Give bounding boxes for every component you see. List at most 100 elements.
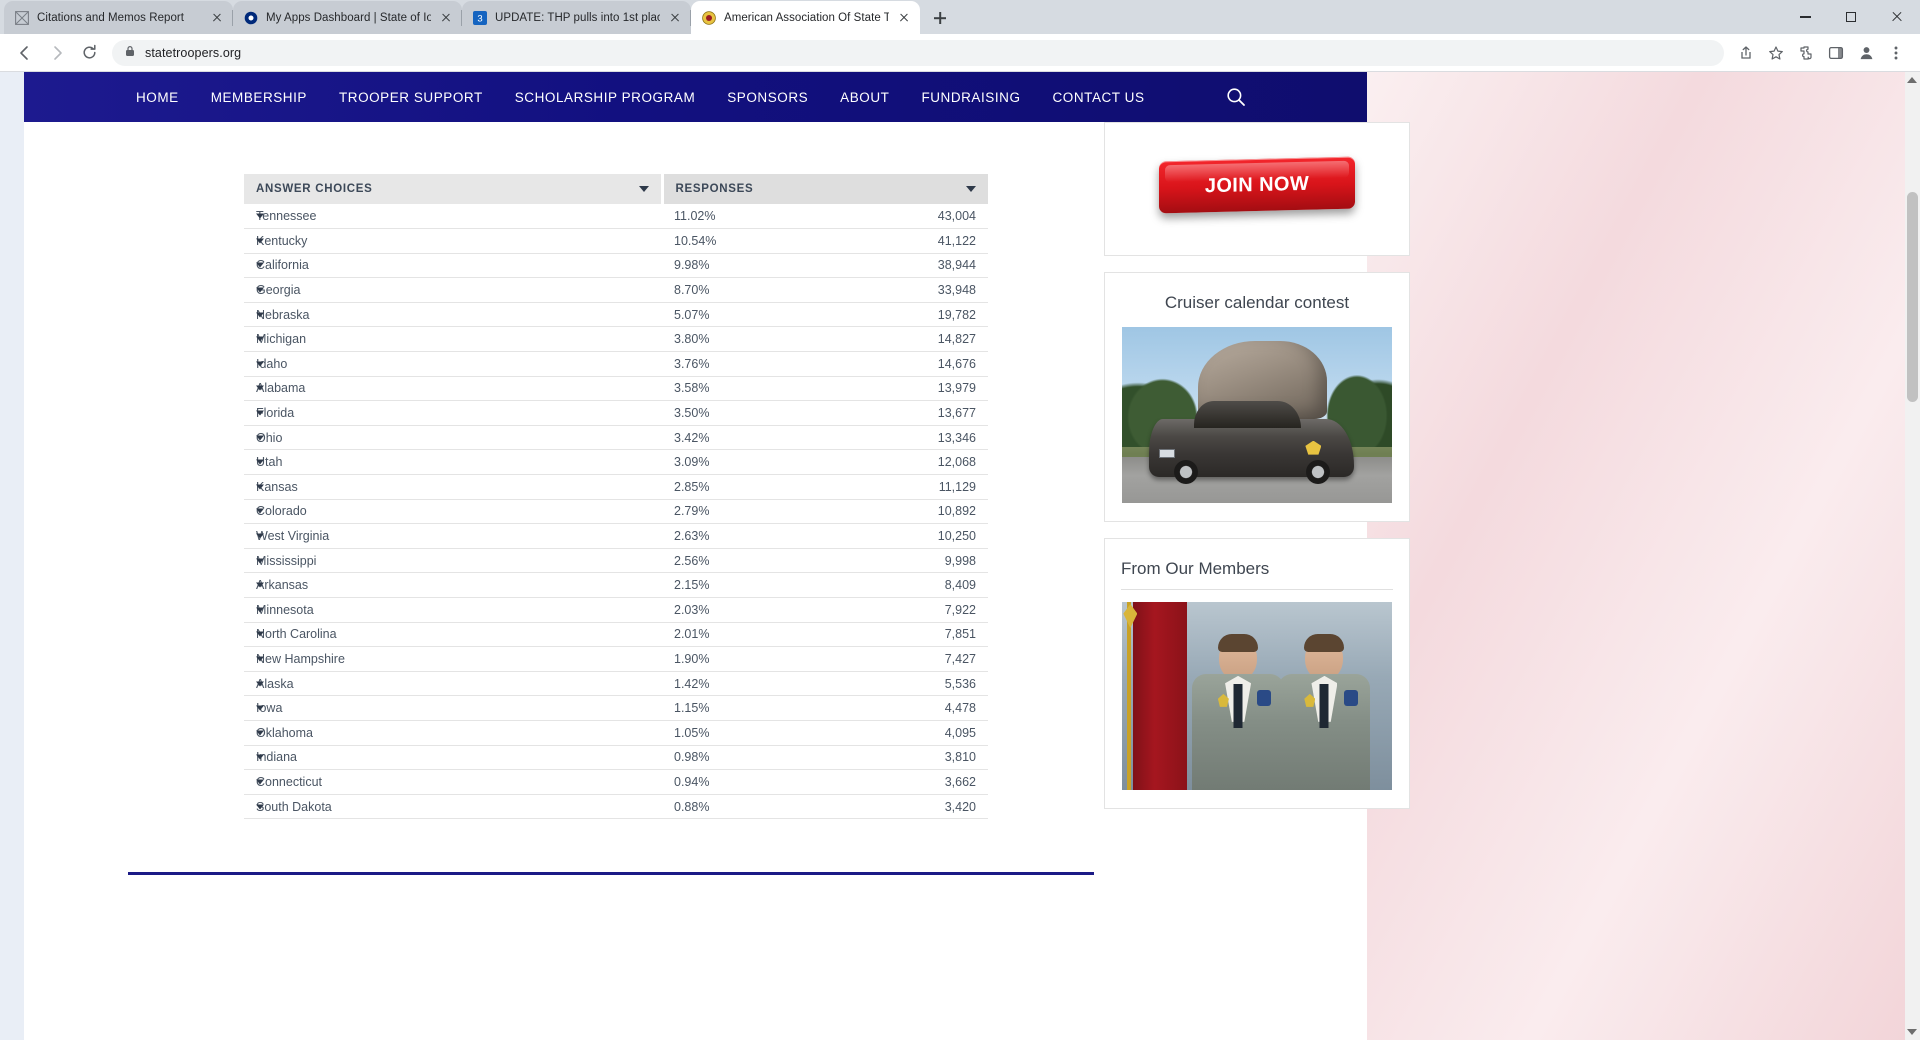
chevron-down-icon[interactable] <box>256 238 264 244</box>
reload-icon[interactable] <box>74 38 104 68</box>
table-row[interactable]: Colorado 2.79% 10,892 <box>244 499 988 525</box>
table-row[interactable]: Michigan 3.80% 14,827 <box>244 326 988 353</box>
table-row[interactable]: New Hampshire 1.90% 7,427 <box>244 646 988 672</box>
chevron-down-icon[interactable] <box>256 262 264 268</box>
close-icon[interactable] <box>209 10 225 26</box>
search-icon[interactable] <box>1225 86 1247 108</box>
table-row[interactable]: California 9.98% 38,944 <box>244 253 988 279</box>
table-row[interactable]: Minnesota 2.03% 7,922 <box>244 597 988 623</box>
table-row[interactable]: Idaho 3.76% 14,676 <box>244 351 988 377</box>
browser-tab-2[interactable]: My Apps Dashboard | State of Io <box>233 1 462 34</box>
nav-item-contact-us[interactable]: CONTACT US <box>1037 90 1161 105</box>
trooper-left <box>1192 633 1285 790</box>
nav-item-membership[interactable]: MEMBERSHIP <box>195 90 323 105</box>
page-scrollbar[interactable] <box>1905 72 1920 1040</box>
table-row[interactable]: Tennessee 11.02% 43,004 <box>244 204 988 230</box>
table-row[interactable]: Florida 3.50% 13,677 <box>244 400 988 426</box>
chevron-down-icon[interactable] <box>256 361 264 367</box>
table-row[interactable]: Kentucky 10.54% 41,122 <box>244 228 988 254</box>
forward-button[interactable] <box>42 38 72 68</box>
chevron-down-icon[interactable] <box>256 312 264 318</box>
chevron-down-icon[interactable] <box>256 754 264 760</box>
back-button[interactable] <box>10 38 40 68</box>
table-row[interactable]: Kansas 2.85% 11,129 <box>244 474 988 500</box>
join-now-button[interactable]: JOIN NOW <box>1159 156 1355 214</box>
kebab-menu-icon[interactable] <box>1882 39 1910 67</box>
table-row[interactable]: North Carolina 2.01% 7,851 <box>244 622 988 648</box>
browser-tab-3[interactable]: 3 UPDATE: THP pulls into 1st place <box>462 1 691 34</box>
cruiser-calendar-card: Cruiser calendar contest <box>1104 272 1410 522</box>
table-row[interactable]: Arkansas 2.15% 8,409 <box>244 572 988 598</box>
chevron-down-icon[interactable] <box>256 558 264 564</box>
answer-choice-cell: Colorado <box>244 499 662 525</box>
scrollbar-thumb[interactable] <box>1907 192 1918 402</box>
maximize-button[interactable] <box>1828 0 1874 34</box>
table-row[interactable]: West Virginia 2.63% 10,250 <box>244 523 988 549</box>
chevron-down-icon[interactable] <box>256 631 264 637</box>
close-icon[interactable] <box>438 10 454 26</box>
chevron-down-icon[interactable] <box>256 336 264 342</box>
chevron-down-icon[interactable] <box>256 459 264 465</box>
profile-icon[interactable] <box>1852 39 1880 67</box>
table-row[interactable]: Indiana 0.98% 3,810 <box>244 745 988 771</box>
table-row[interactable]: Oklahoma 1.05% 4,095 <box>244 720 988 746</box>
sidepanel-icon[interactable] <box>1822 39 1850 67</box>
members-photo[interactable] <box>1122 602 1392 790</box>
svg-text:3: 3 <box>477 13 482 24</box>
answer-choice-cell: Oklahoma <box>244 720 662 746</box>
chevron-down-icon[interactable] <box>256 705 264 711</box>
nav-item-about[interactable]: ABOUT <box>824 90 905 105</box>
chevron-down-icon[interactable] <box>256 533 264 539</box>
table-row[interactable]: South Dakota 0.88% 3,420 <box>244 794 988 820</box>
browser-tab-1[interactable]: Citations and Memos Report <box>4 1 233 34</box>
share-icon[interactable] <box>1732 39 1760 67</box>
scroll-down-icon[interactable] <box>1907 1029 1917 1035</box>
table-row[interactable]: Iowa 1.15% 4,478 <box>244 695 988 721</box>
table-row[interactable]: Ohio 3.42% 13,346 <box>244 425 988 451</box>
chevron-down-icon[interactable] <box>256 435 264 441</box>
star-icon[interactable] <box>1762 39 1790 67</box>
nav-item-trooper-support[interactable]: TROOPER SUPPORT <box>323 90 499 105</box>
chevron-down-icon[interactable] <box>256 410 264 416</box>
close-icon[interactable] <box>896 10 912 26</box>
scroll-up-icon[interactable] <box>1907 77 1917 83</box>
nav-item-scholarship-program[interactable]: SCHOLARSHIP PROGRAM <box>499 90 712 105</box>
chevron-down-icon[interactable] <box>256 730 264 736</box>
chevron-down-icon[interactable] <box>256 582 264 588</box>
chevron-down-icon[interactable] <box>256 484 264 490</box>
column-header-label: RESPONSES <box>675 183 754 195</box>
column-header-responses[interactable]: RESPONSES <box>660 174 988 204</box>
nav-item-home[interactable]: HOME <box>120 90 195 105</box>
chevron-down-icon[interactable] <box>638 186 649 192</box>
minimize-button[interactable] <box>1782 0 1828 34</box>
table-row[interactable]: Georgia 8.70% 33,948 <box>244 277 988 303</box>
chevron-down-icon[interactable] <box>256 287 264 293</box>
table-body: Tennessee 11.02% 43,004 Kentucky 10.54% 41,12… <box>244 204 988 820</box>
nav-item-fundraising[interactable]: FUNDRAISING <box>905 90 1036 105</box>
close-icon[interactable] <box>667 10 683 26</box>
puzzle-icon[interactable] <box>1792 39 1820 67</box>
chevron-down-icon[interactable] <box>256 656 264 662</box>
new-tab-button[interactable] <box>926 4 954 32</box>
chevron-down-icon[interactable] <box>256 607 264 613</box>
chevron-down-icon[interactable] <box>966 186 976 192</box>
table-row[interactable]: Utah 3.09% 12,068 <box>244 449 988 476</box>
address-bar[interactable]: statetroopers.org <box>112 39 1724 66</box>
chevron-down-icon[interactable] <box>256 385 264 391</box>
close-window-button[interactable] <box>1874 0 1920 34</box>
table-row[interactable]: Mississippi 2.56% 9,998 <box>244 548 988 574</box>
chevron-down-icon[interactable] <box>256 508 264 514</box>
table-row[interactable]: Alaska 1.42% 5,536 <box>244 671 988 697</box>
browser-toolbar: statetroopers.org <box>0 34 1920 72</box>
column-header-answer-choices[interactable]: ANSWER CHOICES <box>244 174 662 204</box>
chevron-down-icon[interactable] <box>256 213 264 219</box>
table-row[interactable]: Nebraska 5.07% 19,782 <box>244 302 988 328</box>
chevron-down-icon[interactable] <box>256 681 264 687</box>
table-row[interactable]: Alabama 3.58% 13,979 <box>244 376 988 402</box>
browser-tab-4[interactable]: American Association Of State Tr <box>691 1 920 34</box>
chevron-down-icon[interactable] <box>256 779 264 785</box>
table-row[interactable]: Connecticut 0.94% 3,662 <box>244 769 988 795</box>
nav-item-sponsors[interactable]: SPONSORS <box>711 90 824 105</box>
chevron-down-icon[interactable] <box>256 804 264 810</box>
cruiser-photo[interactable] <box>1122 327 1392 503</box>
